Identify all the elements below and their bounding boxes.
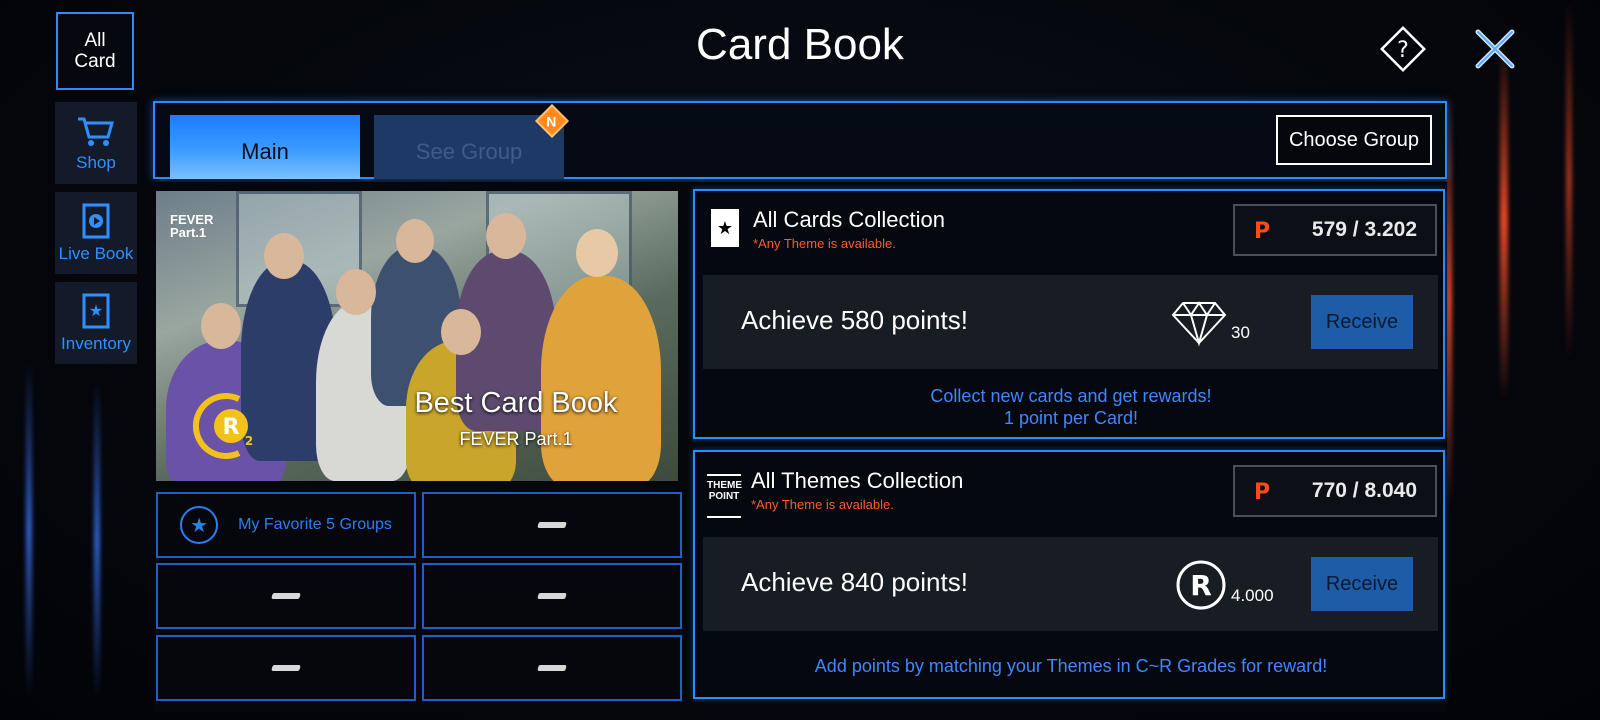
- choose-group-label: Choose Group: [1288, 128, 1420, 151]
- nav-live-book-label: Live Book: [58, 244, 134, 263]
- star-icon: ★: [180, 506, 219, 544]
- empty-slot-dash: [271, 665, 301, 671]
- rank-letter: R: [223, 415, 240, 440]
- hero-subtitle: FEVER Part.1: [459, 429, 573, 449]
- empty-slot-dash: [537, 665, 567, 671]
- all-cards-points: P 579 / 3.202: [1233, 204, 1437, 256]
- all-themes-note: *Any Theme is available.: [751, 497, 894, 512]
- all-cards-title: All Cards Collection: [753, 207, 945, 232]
- star-card-badge-icon: ★: [711, 209, 739, 247]
- theme-point-badge-icon: THEME POINT: [707, 474, 742, 518]
- nav-shop-label: Shop: [76, 153, 116, 172]
- nav-live-book[interactable]: Live Book: [55, 192, 137, 274]
- all-cards-goal: Achieve 580 points!: [741, 305, 968, 335]
- point-icon: P: [1254, 219, 1270, 241]
- nav-all-card[interactable]: All Card: [56, 12, 134, 90]
- all-themes-reward-amount: 4.000: [1231, 586, 1274, 605]
- empty-slot-dash: [537, 593, 567, 599]
- tab-main-label: Main: [241, 139, 289, 164]
- choose-group-button[interactable]: Choose Group: [1276, 115, 1432, 165]
- play-book-icon: [82, 203, 110, 239]
- svg-text:R: R: [1190, 569, 1212, 602]
- favorite-slot-empty[interactable]: [156, 563, 416, 629]
- favorite-slot-empty[interactable]: [422, 563, 682, 629]
- close-icon[interactable]: [1470, 24, 1520, 74]
- theme-badge-line2: POINT: [708, 491, 740, 502]
- nav-inventory-label: Inventory: [61, 334, 131, 353]
- all-themes-title: All Themes Collection: [751, 468, 964, 493]
- point-icon: P: [1254, 480, 1270, 502]
- help-icon[interactable]: ?: [1378, 24, 1428, 74]
- all-cards-note: *Any Theme is available.: [753, 236, 896, 251]
- rank-sub: 2: [245, 434, 253, 448]
- cart-icon: [78, 117, 114, 146]
- all-themes-points: P 770 / 8.040: [1233, 465, 1437, 517]
- all-themes-points-value: 770 / 8.040: [1311, 479, 1417, 502]
- star-card-icon: ★: [82, 293, 110, 329]
- all-cards-info-line2: 1 point per Card!: [1003, 408, 1139, 428]
- new-badge-label: N: [546, 113, 557, 130]
- favorite-slot-empty[interactable]: [422, 635, 682, 701]
- diamond-icon: [1171, 301, 1227, 347]
- nav-inventory[interactable]: ★ Inventory: [55, 282, 137, 364]
- all-cards-receive-label: Receive: [1325, 310, 1399, 333]
- hero-logo: FEVER Part.1: [170, 213, 213, 239]
- nav-shop[interactable]: Shop: [55, 102, 137, 184]
- page-title: Card Book: [696, 20, 904, 69]
- favorite-groups-label: My Favorite 5 Groups: [238, 516, 392, 533]
- all-cards-reward-amount: 30: [1231, 323, 1250, 342]
- bg-light-streak: [94, 380, 100, 700]
- bg-light-streak: [1566, 0, 1572, 360]
- svg-text:★: ★: [89, 301, 103, 320]
- svg-text:P: P: [1254, 219, 1270, 241]
- all-themes-info: Add points by matching your Themes in C~…: [814, 656, 1328, 676]
- hero-logo-line2: Part.1: [170, 225, 207, 240]
- favorite-groups-slot[interactable]: ★ My Favorite 5 Groups: [156, 492, 416, 558]
- favorite-slot-empty[interactable]: [422, 492, 682, 558]
- tab-main[interactable]: Main: [170, 115, 360, 179]
- all-cards-collection: ★ All Cards Collection *Any Theme is ava…: [693, 189, 1445, 439]
- svg-text:P: P: [1254, 480, 1270, 502]
- all-cards-points-value: 579 / 3.202: [1311, 218, 1417, 241]
- favorite-slot-empty[interactable]: [156, 635, 416, 701]
- all-themes-receive-button[interactable]: Receive: [1311, 557, 1413, 611]
- all-themes-receive-label: Receive: [1325, 572, 1399, 595]
- rank-r2-icon: R 2: [193, 393, 253, 459]
- r-coin-icon: R: [1176, 560, 1226, 610]
- empty-slot-dash: [537, 522, 567, 528]
- hero-title: Best Card Book: [414, 387, 618, 419]
- empty-slot-dash: [271, 593, 301, 599]
- all-themes-goal: Achieve 840 points!: [741, 567, 968, 597]
- all-cards-goal-row: Achieve 580 points! 30 Receive: [703, 275, 1438, 369]
- svg-text:?: ?: [1397, 38, 1409, 63]
- all-themes-collection: THEME POINT All Themes Collection *Any T…: [693, 450, 1445, 699]
- all-cards-info-line1: Collect new cards and get rewards!: [930, 386, 1212, 406]
- bg-light-streak: [1500, 40, 1508, 400]
- bg-light-streak: [26, 360, 32, 700]
- nav-all-card-label: All Card: [74, 30, 116, 72]
- tab-see-group[interactable]: See Group: [374, 115, 564, 179]
- card-book-cover[interactable]: FEVER Part.1 R 2 Best Card Book FEVER Pa…: [156, 191, 678, 481]
- tab-see-group-label: See Group: [415, 139, 523, 164]
- theme-badge-line1: THEME: [707, 480, 742, 491]
- all-themes-goal-row: Achieve 840 points! R 4.000 Receive: [703, 537, 1438, 631]
- all-cards-receive-button[interactable]: Receive: [1311, 295, 1413, 349]
